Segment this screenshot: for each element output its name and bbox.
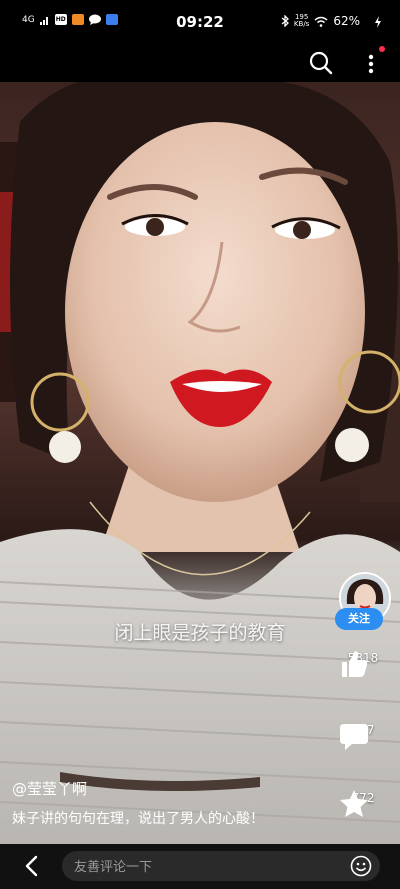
top-nav: [0, 44, 400, 82]
comment-icon: [340, 724, 368, 750]
like-button[interactable]: 5318: [338, 648, 388, 677]
battery-icon: [375, 16, 381, 28]
notification-dot: [379, 46, 385, 52]
network-speed: 195 KB/s: [293, 13, 310, 28]
back-icon[interactable]: [20, 854, 44, 878]
comment-button[interactable]: 707: [338, 720, 388, 750]
comment-input[interactable]: [72, 851, 346, 883]
battery-percent: 62%: [333, 14, 360, 28]
wifi-icon: [314, 16, 328, 27]
video-description: 妹子讲的句句在理，说出了男人的心酸！: [12, 811, 264, 827]
video-player[interactable]: 闭上眼是孩子的教育 @莹莹丫啊 妹子讲的句句在理，说出了男人的心酸！ 关注 53…: [0, 82, 400, 844]
comment-bar: [0, 844, 400, 889]
bluetooth-icon: [281, 15, 289, 27]
more-icon[interactable]: [364, 49, 378, 77]
favorite-button[interactable]: 772: [338, 788, 388, 817]
author-name[interactable]: @莹莹丫啊: [12, 778, 87, 799]
status-bar: 4G HD 09:22 195 KB/s 62%: [0, 0, 400, 44]
favorite-icon: [340, 790, 368, 817]
emoji-icon[interactable]: [350, 855, 372, 877]
search-icon[interactable]: [308, 50, 334, 76]
comment-box: [62, 851, 380, 883]
follow-button[interactable]: 关注: [335, 608, 383, 630]
status-right: 195 KB/s 62%: [281, 14, 360, 28]
like-icon: [342, 651, 368, 677]
